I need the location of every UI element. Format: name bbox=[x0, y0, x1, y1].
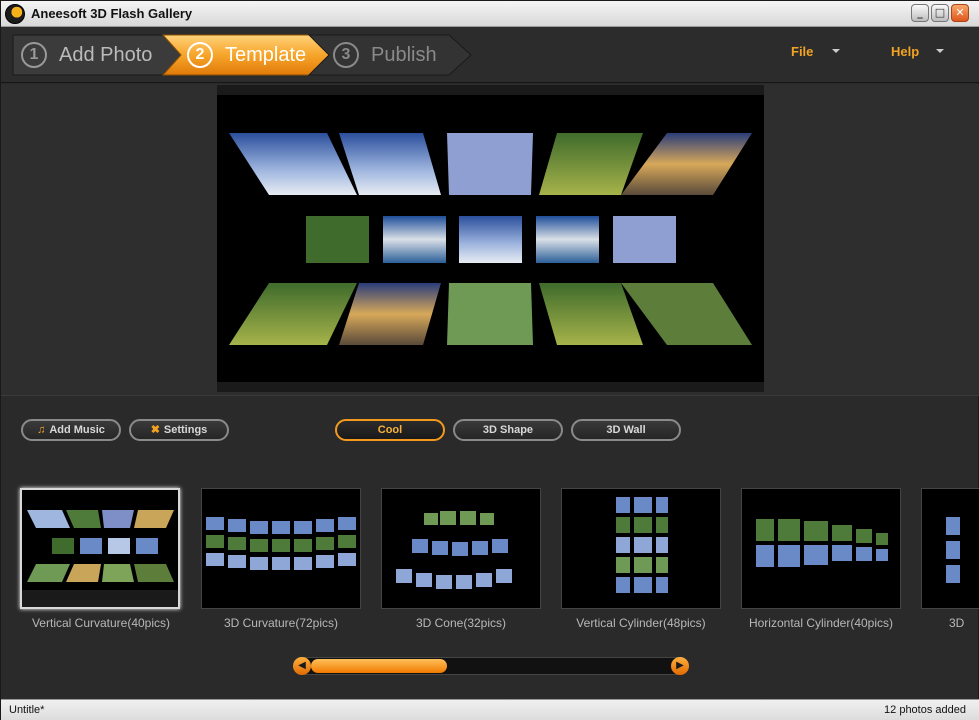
template-thumbnail-3d[interactable] bbox=[921, 488, 979, 609]
template-preview-image bbox=[396, 511, 512, 589]
step-publish[interactable]: 3 Publish bbox=[333, 35, 437, 75]
step-label: Template bbox=[225, 43, 307, 66]
step-label: Publish bbox=[371, 43, 437, 66]
chevron-down-icon[interactable] bbox=[936, 49, 944, 53]
scroll-right-icon[interactable]: ▶ bbox=[671, 657, 689, 675]
help-menu[interactable]: Help bbox=[891, 44, 919, 59]
gallery-preview[interactable] bbox=[217, 85, 764, 392]
maximize-button[interactable]: □ bbox=[931, 4, 949, 22]
template-preview-image bbox=[756, 519, 888, 567]
close-button[interactable]: ✕ bbox=[951, 4, 969, 22]
template-label: 3D Cone(32pics) bbox=[415, 616, 507, 630]
title-bar: Aneesoft 3D Flash Gallery _ □ ✕ bbox=[1, 1, 979, 27]
status-file-name: Untitle* bbox=[9, 704, 45, 716]
template-preview-image bbox=[22, 510, 178, 607]
template-preview-image bbox=[206, 517, 356, 570]
template-thumbnail-3d-cone[interactable] bbox=[381, 488, 541, 609]
app-logo-icon bbox=[5, 4, 25, 24]
template-label: 3D bbox=[949, 616, 965, 630]
preview-photo-wall bbox=[217, 85, 764, 392]
step-number: 3 bbox=[333, 42, 359, 68]
preview-area bbox=[1, 84, 979, 396]
template-label: Vertical Curvature(40pics) bbox=[31, 616, 171, 630]
template-thumbnail-vertical-cylinder[interactable] bbox=[561, 488, 721, 609]
window-title: Aneesoft 3D Flash Gallery bbox=[31, 6, 193, 21]
step-label: Add Photo bbox=[59, 43, 153, 66]
template-thumbnail-vertical-curvature[interactable] bbox=[20, 488, 180, 609]
step-number: 1 bbox=[21, 42, 47, 68]
settings-button[interactable]: ✖ Settings bbox=[129, 419, 229, 441]
scrollbar-thumb[interactable] bbox=[311, 659, 447, 673]
status-photo-count: 12 photos added bbox=[884, 704, 966, 716]
step-template[interactable]: 2 Template bbox=[187, 35, 306, 75]
tools-icon: ✖ bbox=[150, 424, 160, 436]
tab-3d-shape[interactable]: 3D Shape bbox=[453, 419, 563, 441]
steps-bar: 1 Add Photo 2 Template 3 Publish File He… bbox=[1, 27, 979, 83]
file-menu[interactable]: File bbox=[791, 44, 813, 59]
template-label: Horizontal Cylinder(40pics) bbox=[748, 616, 894, 630]
add-music-label: Add Music bbox=[49, 424, 105, 436]
template-label: 3D Curvature(72pics) bbox=[223, 616, 339, 630]
tab-cool[interactable]: Cool bbox=[335, 419, 445, 441]
scroll-left-icon[interactable]: ◀ bbox=[293, 657, 311, 675]
template-preview-image bbox=[616, 497, 668, 593]
add-music-button[interactable]: ♫ Add Music bbox=[21, 419, 121, 441]
template-thumbnail-3d-curvature[interactable] bbox=[201, 488, 361, 609]
minimize-button[interactable]: _ bbox=[911, 4, 929, 22]
status-bar: Untitle* 12 photos added bbox=[1, 699, 979, 720]
template-preview-image bbox=[946, 517, 960, 583]
settings-label: Settings bbox=[163, 424, 208, 436]
music-icon: ♫ bbox=[37, 424, 46, 436]
template-thumbnail-horizontal-cylinder[interactable] bbox=[741, 488, 901, 609]
tab-3d-wall[interactable]: 3D Wall bbox=[571, 419, 681, 441]
chevron-down-icon[interactable] bbox=[832, 49, 840, 53]
template-label: Vertical Cylinder(48pics) bbox=[576, 616, 706, 630]
app-window: Aneesoft 3D Flash Gallery _ □ ✕ 1 Add Ph… bbox=[0, 0, 979, 720]
step-add-photo[interactable]: 1 Add Photo bbox=[21, 35, 152, 75]
step-number: 2 bbox=[187, 42, 213, 68]
